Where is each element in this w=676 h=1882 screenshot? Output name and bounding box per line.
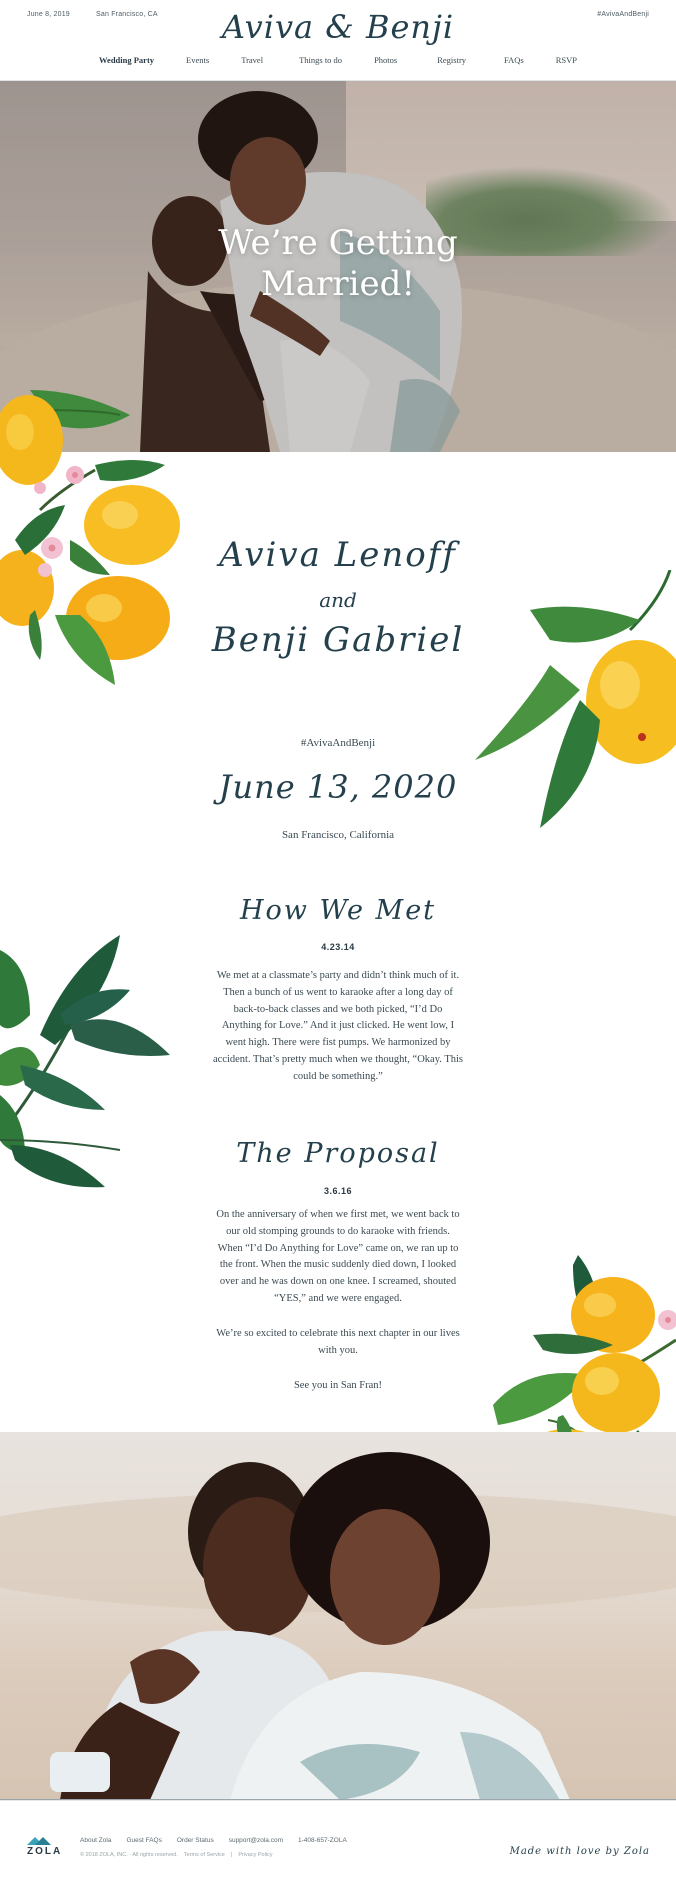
footer-link-guest-faqs[interactable]: Guest FAQs — [126, 1837, 161, 1844]
made-with-love: Made with love by Zola — [509, 1846, 650, 1857]
partner-name-1: Aviva Lenoff — [219, 535, 457, 575]
footer-link-phone[interactable]: 1-408-657-ZOLA — [298, 1837, 347, 1844]
proposal-text: On the anniversary of when we first met,… — [216, 1209, 460, 1304]
proposal-date: 3.6.16 — [323, 1186, 353, 1196]
footer-terms-link[interactable]: Terms of Service — [184, 1852, 225, 1858]
site-header: June 8, 2019 San Francisco, CA #AvivaAnd… — [0, 0, 676, 81]
partner-name-2: Benji Gabriel — [211, 620, 465, 660]
how-we-met-title: How We Met — [239, 895, 437, 926]
footer-link-support-email[interactable]: support@zola.com — [229, 1837, 283, 1844]
main-nav: Wedding Party Events Travel Things to do… — [0, 55, 676, 65]
footer-link-order-status[interactable]: Order Status — [177, 1837, 214, 1844]
couple-photo-bottom — [0, 1432, 676, 1800]
couple-photo-figures — [0, 1452, 676, 1800]
footer-links: About Zola Guest FAQs Order Status suppo… — [80, 1837, 347, 1844]
proposal-celebrate-text: We’re so excited to celebrate this next … — [216, 1328, 460, 1356]
wedding-hashtag: #AvivaAndBenji — [300, 737, 376, 749]
site-footer: ZOLA About Zola Guest FAQs Order Status … — [0, 1800, 676, 1882]
nav-things-to-do[interactable]: Things to do — [288, 55, 353, 65]
nav-rsvp[interactable]: RSVP — [545, 55, 588, 65]
nav-wedding-party[interactable]: Wedding Party — [88, 55, 165, 65]
footer-copyright: © 2018 ZOLA, INC. · All rights reserved. — [80, 1852, 178, 1858]
hero-title-line2: Married! — [260, 264, 415, 304]
how-we-met-date: 4.23.14 — [321, 942, 355, 952]
names-and: and — [319, 588, 357, 612]
nav-faqs[interactable]: FAQs — [493, 55, 535, 65]
how-we-met-text: We met at a classmate’s party and didn’t… — [213, 970, 463, 1082]
footer-privacy-link[interactable]: Privacy Policy — [238, 1852, 272, 1858]
proposal-title: The Proposal — [236, 1138, 440, 1169]
nav-photos[interactable]: Photos — [363, 55, 408, 65]
zola-wordmark[interactable]: ZOLA — [27, 1846, 62, 1857]
footer-copyright-row: © 2018 ZOLA, INC. · All rights reserved.… — [80, 1852, 273, 1858]
zola-logo-icon[interactable] — [27, 1837, 61, 1845]
nav-registry[interactable]: Registry — [426, 55, 477, 65]
footer-link-about[interactable]: About Zola — [80, 1837, 111, 1844]
site-logo[interactable]: Aviva & Benji — [0, 8, 676, 46]
nav-travel[interactable]: Travel — [230, 55, 274, 65]
wedding-location: San Francisco, California — [281, 829, 395, 841]
nav-events[interactable]: Events — [175, 55, 220, 65]
proposal-see-you-text: See you in San Fran! — [293, 1380, 383, 1391]
wedding-date: June 13, 2020 — [218, 768, 458, 806]
footer-separator: | — [230, 1852, 233, 1858]
hero-title: We’re Getting Married! — [0, 223, 676, 305]
hero-title-line1: We’re Getting — [218, 223, 458, 263]
